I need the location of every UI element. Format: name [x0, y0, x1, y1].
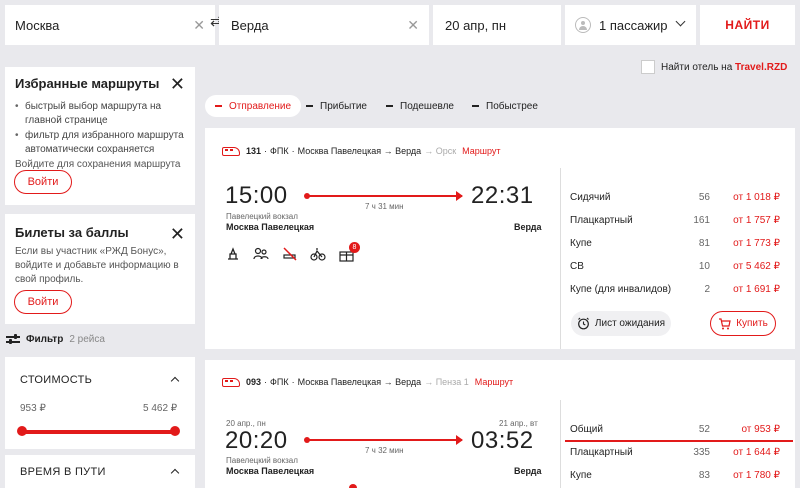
departure-station: Москва Павелецкая	[226, 222, 315, 232]
train-carrier: ФПК	[270, 377, 289, 387]
price-range-track[interactable]	[20, 430, 176, 434]
bonus-text: Если вы участник «РЖД Бонус», войдите и …	[15, 246, 179, 285]
sort-tab-arrival[interactable]: Прибытие	[306, 95, 367, 117]
class-row[interactable]: СВ 10 от 5 462 ₽	[570, 261, 780, 277]
filter-header[interactable]: Фильтр 2 рейса	[6, 334, 105, 345]
train-route: Москва Павелецкая → Верда	[297, 377, 422, 387]
amenity-badge	[349, 484, 357, 488]
train-carrier: ФПК	[270, 146, 289, 156]
class-row[interactable]: Общий 52 от 953 ₽	[570, 424, 780, 440]
user-icon	[575, 17, 591, 33]
class-row[interactable]: Купе (для инвалидов) 2 от 1 691 ₽	[570, 284, 780, 300]
from-value: Москва	[15, 17, 60, 33]
selected-class-underline	[565, 440, 793, 442]
departure-station: Москва Павелецкая	[226, 466, 315, 476]
no-smoking-icon	[283, 247, 297, 261]
journey-line	[304, 191, 463, 201]
train-icon	[222, 377, 240, 387]
alarm-clock-icon	[577, 317, 589, 330]
favorites-bullets: быстрый выбор маршрута на главной страни…	[15, 100, 185, 157]
filter-count: 2 рейса	[69, 334, 105, 345]
cost-filter-title[interactable]: СТОИМОСТЬ	[20, 374, 92, 386]
sort-tab-cheaper[interactable]: Подешевле	[386, 95, 454, 117]
close-icon[interactable]: ✕	[170, 75, 185, 93]
wait-list-button[interactable]: Лист ожидания	[571, 311, 671, 336]
price-range-min-handle[interactable]	[17, 426, 27, 436]
pet-icon	[228, 247, 238, 260]
cart-icon	[719, 317, 731, 329]
companions-icon	[253, 247, 269, 260]
favorites-title: Избранные маршруты	[15, 76, 160, 91]
chevron-down-icon	[675, 16, 686, 27]
train-info: 093 · ФПК · Москва Павелецкая → Верда → …	[222, 377, 513, 387]
to-field[interactable]: Верда ✕	[219, 5, 429, 45]
close-icon[interactable]: ✕	[170, 225, 185, 243]
route-link[interactable]: Маршрут	[462, 146, 500, 156]
find-button[interactable]: НАЙТИ	[700, 5, 795, 45]
class-row[interactable]: Плацкартный 161 от 1 757 ₽	[570, 215, 780, 231]
sort-tab-departure[interactable]: Отправление	[205, 95, 302, 117]
passengers-field[interactable]: 1 пассажир	[565, 5, 696, 45]
class-row[interactable]: Плацкартный 335 от 1 644 ₽	[570, 447, 780, 463]
clear-to-icon[interactable]: ✕	[407, 17, 419, 33]
train-icon	[222, 146, 240, 156]
departure-time: 20:20	[225, 427, 288, 454]
favorites-bullet: фильтр для избранного маршрута автоматич…	[15, 129, 185, 157]
clear-from-icon[interactable]: ✕	[193, 17, 205, 33]
sliders-icon	[6, 334, 20, 345]
price-range-max-handle[interactable]	[170, 426, 180, 436]
passengers-value: 1 пассажир	[599, 17, 668, 33]
train-route: Москва Павелецкая → Верда	[297, 146, 422, 156]
arrival-station: Верда	[514, 222, 542, 232]
date-value: 20 апр, пн	[445, 17, 507, 33]
arrival-station: Верда	[514, 466, 542, 476]
sort-tab-faster[interactable]: Побыстрее	[472, 95, 538, 117]
travel-time-filter-title[interactable]: ВРЕМЯ В ПУТИ	[20, 466, 106, 478]
card-divider	[560, 168, 561, 349]
bike-icon	[310, 248, 326, 261]
departure-station-note: Павелецкий вокзал	[226, 212, 298, 221]
bonus-title: Билеты за баллы	[15, 225, 129, 240]
from-field[interactable]: Москва ✕	[5, 5, 215, 45]
price-max: 5 462 ₽	[143, 403, 178, 414]
price-min: 953 ₽	[20, 403, 46, 414]
departure-time: 15:00	[225, 182, 288, 209]
journey-duration: 7 ч 31 мин	[365, 202, 404, 211]
favorites-login-button[interactable]: Войти	[14, 170, 72, 194]
class-row[interactable]: Сидячий 56 от 1 018 ₽	[570, 192, 780, 208]
train-number: 131	[246, 146, 262, 156]
train-number: 093	[246, 377, 262, 387]
date-field[interactable]: 20 апр, пн	[433, 5, 561, 45]
arrival-time: 03:52	[471, 427, 534, 454]
hotel-brand-link[interactable]: Travel.RZD	[735, 62, 787, 73]
route-link[interactable]: Маршрут	[475, 377, 513, 387]
train-route-extra: → Пенза 1	[424, 377, 469, 387]
gift-count-badge: 8	[349, 242, 360, 253]
journey-line	[304, 435, 463, 445]
journey-duration: 7 ч 32 мин	[365, 446, 404, 455]
departure-station-note: Павелецкий вокзал	[226, 456, 298, 465]
hotel-checkbox[interactable]	[641, 60, 655, 74]
hotel-checkbox-row[interactable]: Найти отель на Travel.RZD	[641, 60, 787, 74]
class-row[interactable]: Купе 81 от 1 773 ₽	[570, 238, 780, 254]
train-info: 131 · ФПК · Москва Павелецкая → Верда → …	[222, 146, 501, 156]
train-route-extra: → Орск	[424, 146, 457, 156]
bonus-login-button[interactable]: Войти	[14, 290, 72, 314]
arrival-time: 22:31	[471, 182, 534, 209]
class-row[interactable]: Купе 83 от 1 780 ₽	[570, 470, 780, 486]
to-value: Верда	[231, 17, 269, 33]
favorites-bullet: быстрый выбор маршрута на главной страни…	[15, 100, 185, 128]
buy-button[interactable]: Купить	[710, 311, 776, 336]
hotel-label: Найти отель на	[661, 61, 733, 73]
card-divider	[560, 400, 561, 488]
filter-label: Фильтр	[26, 334, 64, 345]
